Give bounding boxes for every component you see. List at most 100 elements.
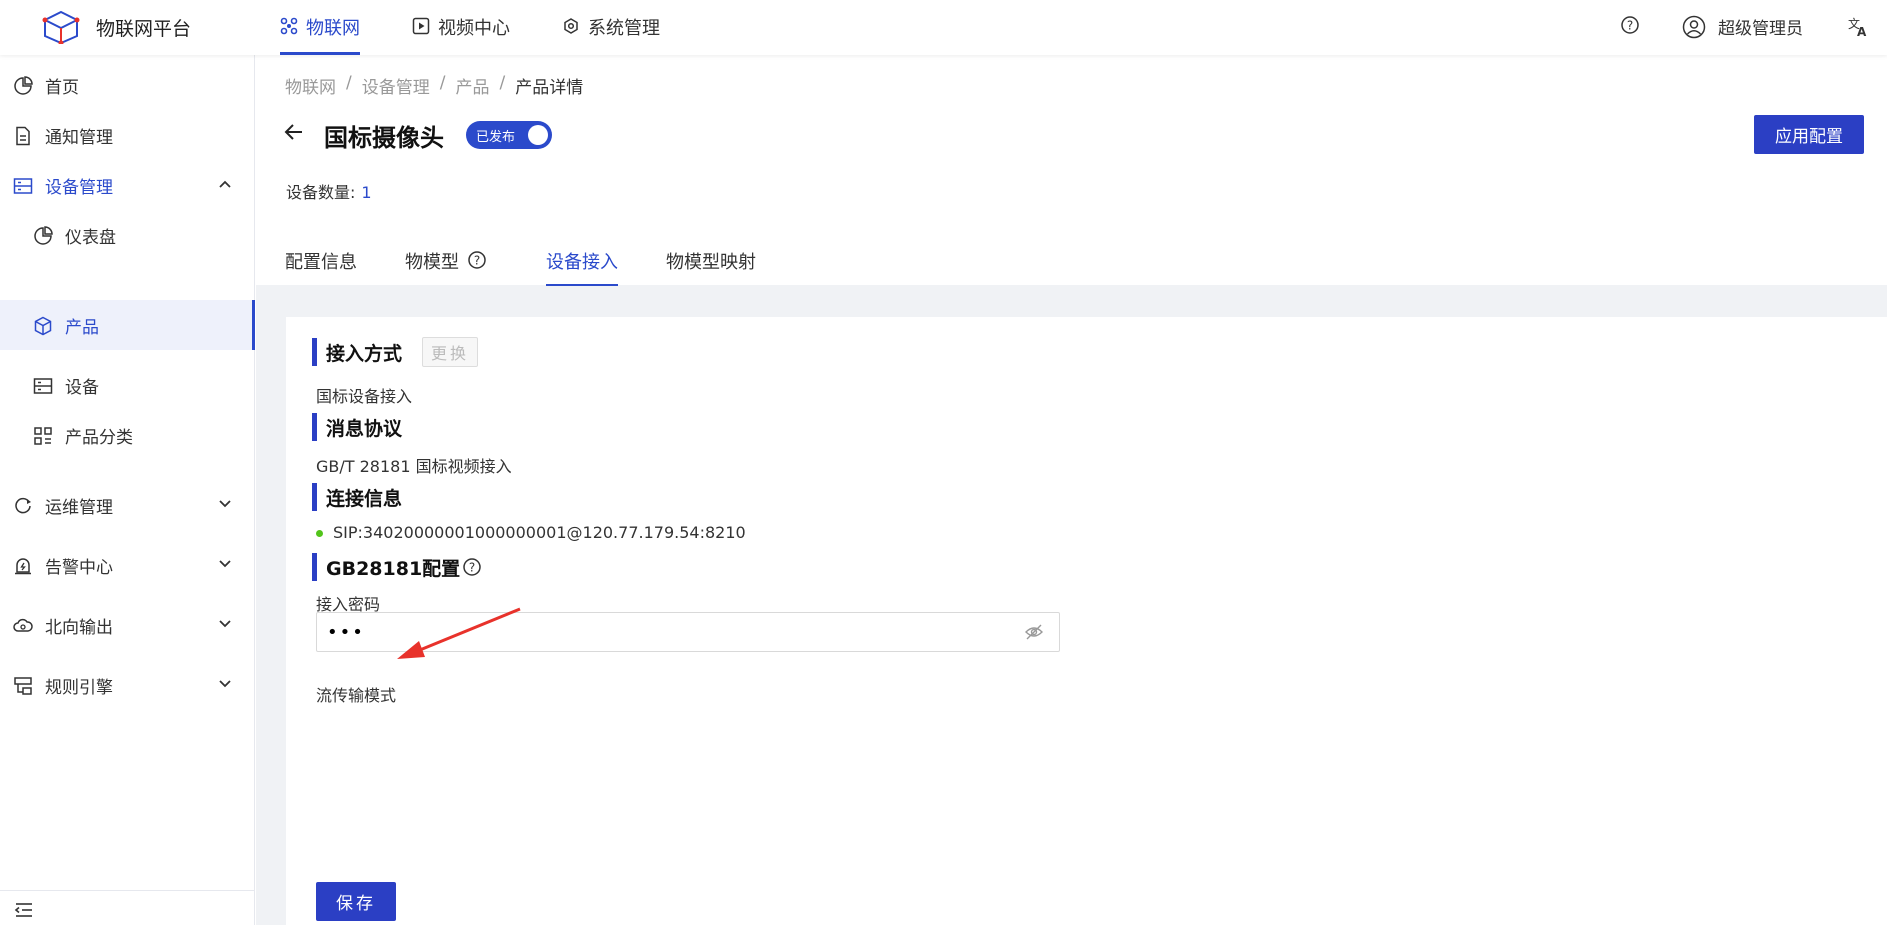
user-name: 超级管理员 — [1718, 19, 1803, 39]
section-message-protocol: 消息协议 — [312, 413, 403, 441]
user-menu[interactable]: 超级管理员 — [1682, 14, 1803, 39]
annotation-arrow — [397, 607, 521, 659]
device-list-icon — [13, 178, 33, 194]
sidebar-item-label: 运维管理 — [45, 497, 113, 518]
sidebar-item-label: 规则引擎 — [45, 677, 113, 698]
section-title-text: 接入方式 — [326, 342, 403, 365]
sidebar-item-ops[interactable]: 运维管理 — [0, 480, 255, 530]
apply-config-button[interactable]: 应用配置 — [1754, 115, 1864, 154]
save-button[interactable]: 保存 — [316, 882, 396, 921]
cube-logo-icon — [42, 10, 80, 44]
sidebar-item-northbound[interactable]: 北向输出 — [0, 600, 255, 650]
sidebar-item-product-category[interactable]: 产品分类 — [0, 410, 255, 460]
page-header: 物联网 / 设备管理 / 产品 / 产品详情 国标摄像头 已发布 应用配置 设备… — [256, 55, 1887, 286]
breadcrumb-item-iot[interactable]: 物联网 — [285, 73, 336, 98]
device-list-icon — [33, 378, 53, 394]
device-count: 设备数量: 1 — [286, 179, 372, 203]
sidebar-item-label: 首页 — [45, 77, 79, 98]
section-connection-info: 连接信息 — [312, 483, 402, 511]
section-bar — [312, 338, 317, 366]
gb-config-title: GB28181配置 — [326, 557, 461, 580]
sidebar: 首页 通知管理 设备管理 仪表盘 产品 设备 产品分类 运维管理 告警中心 北向… — [0, 55, 255, 925]
sidebar-item-alarm[interactable]: 告警中心 — [0, 540, 255, 590]
chevron-up-icon — [219, 180, 231, 188]
sidebar-item-device-management[interactable]: 设备管理 — [0, 160, 255, 210]
help-icon[interactable]: ? — [467, 250, 487, 270]
toggle-knob — [528, 125, 548, 145]
eye-hidden-icon[interactable] — [1024, 623, 1044, 641]
topnav-label: 视频中心 — [438, 18, 510, 39]
topnav-iot[interactable]: 物联网 — [280, 14, 360, 55]
tab-thing-model-mapping[interactable]: 物模型映射 — [666, 248, 756, 286]
device-count-label: 设备数量: — [286, 183, 356, 202]
section-bar — [312, 553, 317, 581]
breadcrumb-item-device-management[interactable]: 设备管理 — [362, 73, 430, 98]
help-icon[interactable]: ? — [462, 557, 482, 577]
user-avatar-icon — [1682, 15, 1706, 38]
sidebar-item-dashboard[interactable]: 仪表盘 — [0, 210, 255, 260]
device-count-value[interactable]: 1 — [361, 183, 371, 202]
sidebar-item-notice[interactable]: 通知管理 — [0, 110, 255, 160]
translate-icon[interactable]: 文 A — [1847, 15, 1869, 37]
breadcrumb-separator: / — [499, 73, 506, 93]
tab-label: 设备接入 — [546, 252, 618, 273]
document-icon — [16, 126, 30, 146]
sidebar-item-home[interactable]: 首页 — [0, 60, 255, 110]
breadcrumb-item-current: 产品详情 — [515, 78, 584, 98]
sidebar-item-label: 通知管理 — [45, 127, 113, 148]
tab-label: 物模型映射 — [666, 252, 756, 273]
online-dot — [316, 530, 323, 537]
publish-status-toggle[interactable]: 已发布 — [466, 121, 552, 149]
brand-title: 物联网平台 — [96, 18, 192, 40]
connection-info-row: SIP:34020000001000000001@120.77.179.54:8… — [316, 523, 746, 542]
section-access-method: 接入方式 更换 — [312, 337, 479, 367]
sidebar-item-label: 产品分类 — [65, 427, 133, 448]
access-method-value: 国标设备接入 — [316, 387, 413, 406]
topnav-label: 物联网 — [306, 18, 360, 39]
ops-icon — [15, 497, 31, 514]
top-bar: 物联网平台 物联网 视频中心 系统管理 ? 超级管理员 文 A — [0, 0, 1887, 55]
sidebar-item-label: 设备 — [65, 377, 99, 398]
tab-device-access[interactable]: 设备接入 — [546, 248, 618, 286]
protocol-value: GB/T 28181 国标视频接入 — [316, 457, 512, 476]
publish-status-label: 已发布 — [476, 130, 516, 145]
breadcrumb: 物联网 / 设备管理 / 产品 / 产品详情 — [285, 73, 583, 98]
tab-thing-model[interactable]: 物模型 ? — [405, 248, 487, 286]
collapse-menu-icon[interactable] — [14, 901, 34, 919]
back-arrow-icon[interactable] — [283, 121, 305, 143]
chevron-down-icon — [219, 620, 231, 628]
pie-chart-icon — [14, 76, 33, 95]
connection-info-value: SIP:34020000001000000001@120.77.179.54:8… — [333, 523, 746, 542]
svg-text:A: A — [1857, 25, 1867, 37]
section-gb28181-config: GB28181配置 ? — [312, 553, 482, 581]
help-icon[interactable]: ? — [1620, 15, 1640, 35]
topnav-label: 系统管理 — [588, 18, 660, 39]
video-icon — [412, 17, 430, 35]
tab-label: 物模型 — [405, 252, 459, 273]
sidebar-item-label: 设备管理 — [45, 177, 113, 198]
chevron-down-icon — [219, 680, 231, 688]
sidebar-item-rule-engine[interactable]: 规则引擎 — [0, 660, 255, 710]
topnav-system[interactable]: 系统管理 — [562, 14, 660, 55]
iot-icon — [280, 17, 298, 35]
sidebar-item-label: 产品 — [65, 317, 99, 338]
section-title-text: 消息协议 — [326, 417, 403, 440]
main-content: 物联网 / 设备管理 / 产品 / 产品详情 国标摄像头 已发布 应用配置 设备… — [256, 55, 1887, 925]
section-bar — [312, 483, 317, 511]
sidebar-item-label: 告警中心 — [45, 557, 113, 578]
stream-mode-label: 流传输模式 — [316, 686, 397, 705]
sidebar-item-label: 仪表盘 — [65, 227, 116, 248]
chevron-down-icon — [219, 560, 231, 568]
svg-text:?: ? — [1627, 19, 1633, 33]
page-title: 国标摄像头 — [324, 124, 444, 152]
breadcrumb-item-product[interactable]: 产品 — [455, 73, 489, 98]
sidebar-item-device[interactable]: 设备 — [0, 360, 255, 410]
tab-config-info[interactable]: 配置信息 — [285, 248, 357, 286]
svg-text:?: ? — [474, 254, 480, 268]
breadcrumb-separator: / — [346, 73, 352, 93]
svg-text:?: ? — [469, 561, 475, 575]
change-access-button[interactable]: 更换 — [422, 337, 479, 367]
topnav-video[interactable]: 视频中心 — [412, 14, 510, 55]
device-access-card: 接入方式 更换 国标设备接入 消息协议 GB/T 28181 国标视频接入 连接… — [286, 317, 1887, 925]
sidebar-item-product[interactable]: 产品 — [0, 300, 255, 350]
